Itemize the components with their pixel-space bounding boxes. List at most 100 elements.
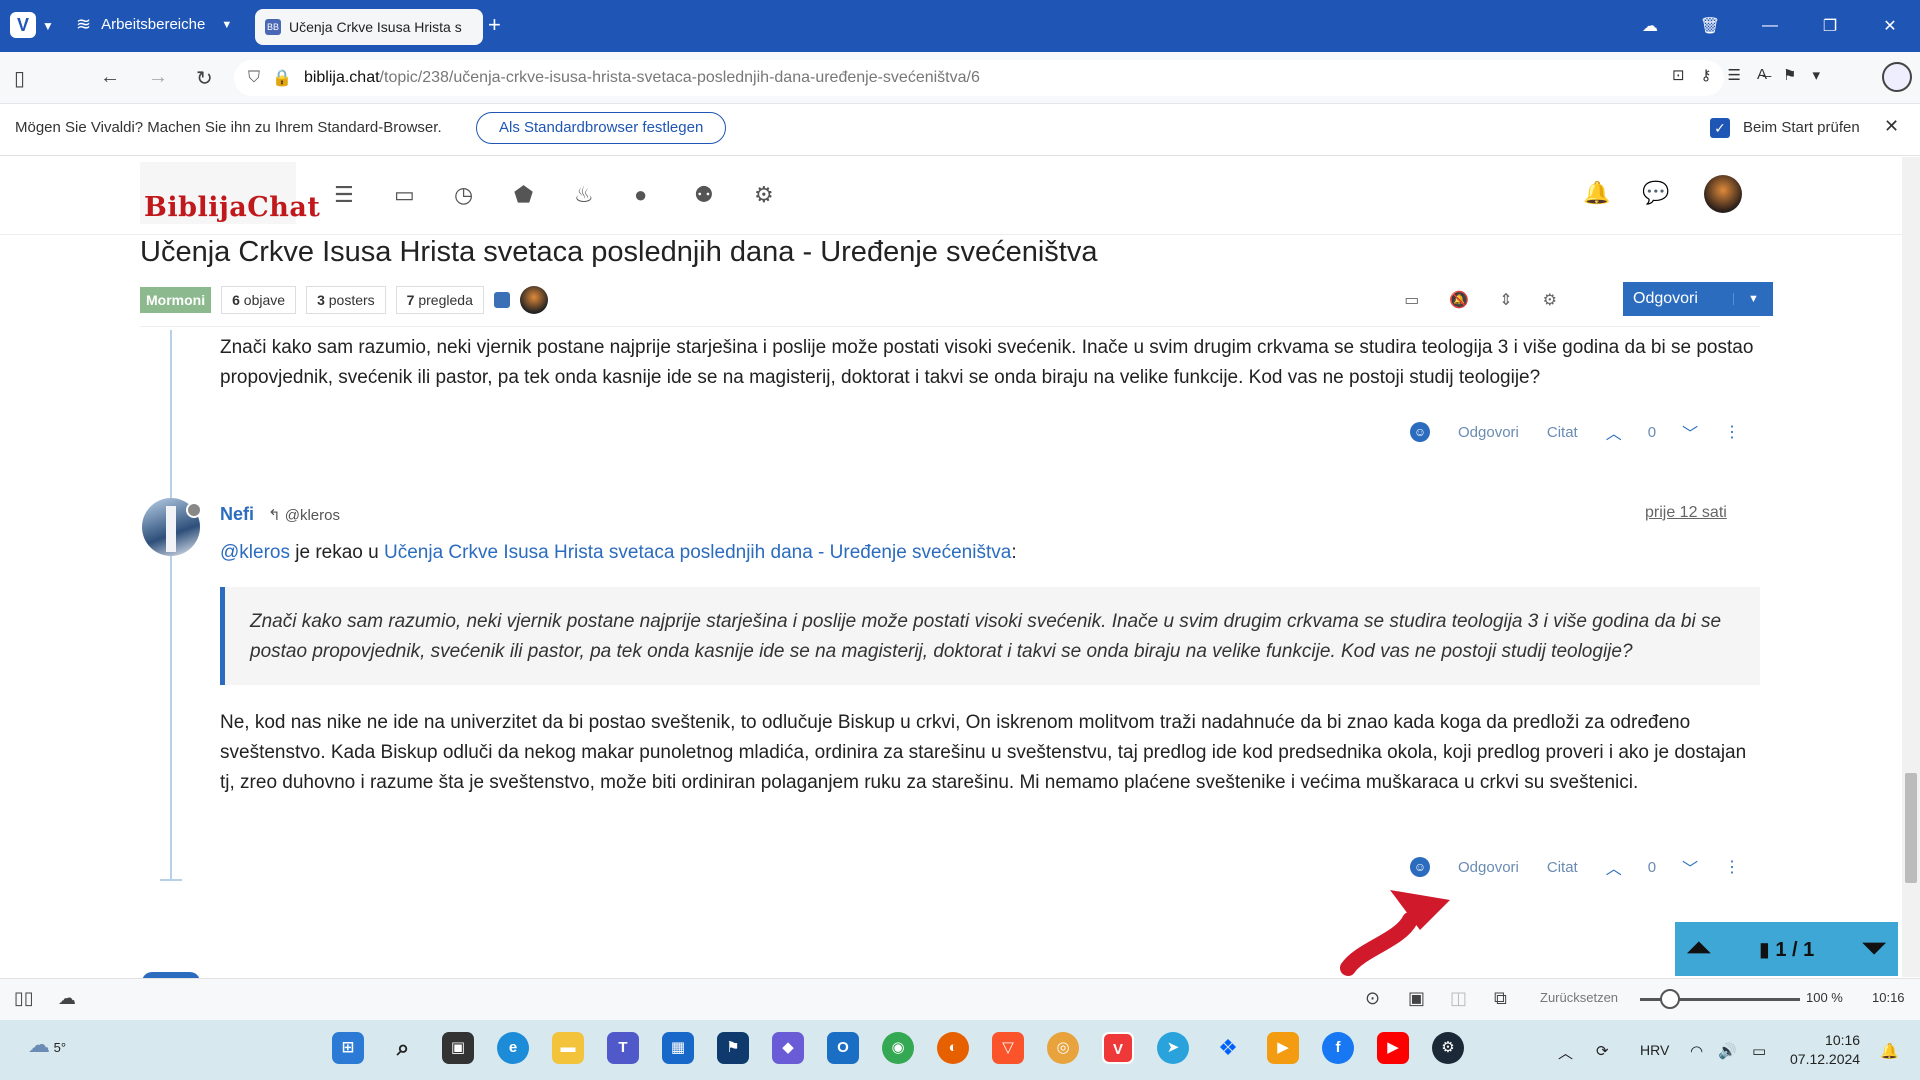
- forward-icon[interactable]: →: [148, 66, 168, 89]
- admin-gears-icon[interactable]: ⚙: [754, 182, 814, 208]
- chevron-up-icon[interactable]: ︿: [1558, 1042, 1573, 1063]
- volume-icon[interactable]: 🔊: [1718, 1042, 1737, 1060]
- page-actions-icon[interactable]: ⧉: [1494, 988, 1507, 1009]
- bookmark-icon[interactable]: ⚑: [1783, 66, 1796, 84]
- sync-cloud-icon[interactable]: ☁: [58, 988, 76, 1009]
- more-options-icon[interactable]: ⋮: [1724, 857, 1740, 877]
- reader-icon[interactable]: ☰: [1728, 66, 1741, 84]
- minimize-button[interactable]: —: [1740, 17, 1800, 35]
- tags-icon[interactable]: ⬟: [514, 182, 574, 208]
- topic-reply-button[interactable]: Odgovori ▼: [1623, 282, 1773, 316]
- vivaldi-menu-icon[interactable]: V: [10, 12, 36, 38]
- rss-icon[interactable]: ⊡: [1672, 66, 1685, 84]
- emoji-reaction-icon[interactable]: ☺: [1410, 857, 1430, 877]
- workspaces-button[interactable]: ≋ Arbeitsbereiche ▼: [76, 14, 232, 35]
- dropbox-icon[interactable]: ❖: [1212, 1032, 1244, 1064]
- settings-gear-icon[interactable]: ⚙: [1543, 290, 1557, 310]
- check-on-start-checkbox[interactable]: ✓: [1710, 118, 1730, 138]
- quoted-topic-link[interactable]: Učenja Crkve Isusa Hrista svetaca posled…: [384, 542, 1011, 563]
- edge-icon[interactable]: e: [497, 1032, 529, 1064]
- post-reply-link[interactable]: Odgovori: [1458, 859, 1519, 876]
- zoom-reset-button[interactable]: Zurücksetzen: [1540, 990, 1618, 1005]
- inbox-icon[interactable]: ▭: [1404, 290, 1419, 310]
- panel-toggle-icon[interactable]: ▯▯: [14, 988, 34, 1009]
- images-icon[interactable]: ▣: [1408, 988, 1425, 1009]
- rss-feed-icon[interactable]: [493, 292, 510, 308]
- scroll-bottom-icon[interactable]: ⏷: [1862, 932, 1886, 966]
- popular-fire-icon[interactable]: ♨: [574, 182, 634, 208]
- chevron-down-icon[interactable]: ▾: [1812, 66, 1820, 84]
- mute-bell-icon[interactable]: 🔕: [1449, 290, 1469, 310]
- panel-toggle-icon[interactable]: ▯: [14, 66, 25, 91]
- media-player-icon[interactable]: ▶: [1267, 1032, 1299, 1064]
- chrome-icon[interactable]: ◉: [882, 1032, 914, 1064]
- copilot-icon[interactable]: ◆: [772, 1032, 804, 1064]
- scroll-top-icon[interactable]: ⏶: [1687, 932, 1711, 966]
- site-logo[interactable]: BiblijaChat: [140, 162, 320, 224]
- telegram-icon[interactable]: ➤: [1157, 1032, 1189, 1064]
- set-default-browser-button[interactable]: Als Standardbrowser festlegen: [476, 112, 727, 144]
- chevron-down-icon[interactable]: ▼: [1733, 293, 1773, 305]
- close-notification-button[interactable]: ✕: [1884, 116, 1899, 137]
- taskbar-clock[interactable]: 10:16 07.12.2024: [1790, 1031, 1860, 1069]
- back-icon[interactable]: ←: [100, 66, 120, 89]
- post-author[interactable]: Nefi: [220, 504, 254, 525]
- new-tab-button[interactable]: +: [488, 12, 501, 38]
- downvote-icon[interactable]: ﹀: [1682, 855, 1698, 879]
- outlook-icon[interactable]: O: [827, 1032, 859, 1064]
- file-explorer-icon[interactable]: ▬: [552, 1032, 584, 1064]
- cloud-sync-icon[interactable]: ☁: [1620, 16, 1680, 36]
- recent-clock-icon[interactable]: ◷: [454, 182, 514, 208]
- upvote-icon[interactable]: ︿: [1606, 420, 1622, 444]
- lock-icon[interactable]: 🔒: [272, 68, 292, 88]
- post-quote-link[interactable]: Citat: [1547, 424, 1578, 441]
- groups-icon[interactable]: ⚉: [694, 182, 754, 208]
- task-view-icon[interactable]: ▣: [442, 1032, 474, 1064]
- post-timestamp[interactable]: prije 12 sati: [1645, 504, 1727, 522]
- tile-icon[interactable]: ◫: [1450, 988, 1467, 1009]
- scrollbar-thumb[interactable]: [1905, 773, 1917, 883]
- weather-widget[interactable]: ☁ 5°: [28, 1032, 66, 1058]
- shield-icon[interactable]: ⛉: [248, 69, 260, 87]
- brave-icon[interactable]: ▽: [992, 1032, 1024, 1064]
- teams-icon[interactable]: T: [607, 1032, 639, 1064]
- reload-icon[interactable]: ↻: [196, 66, 213, 91]
- more-options-icon[interactable]: ⋮: [1724, 422, 1740, 442]
- key-icon[interactable]: ⚷: [1701, 66, 1712, 84]
- active-tab[interactable]: BB Učenja Crkve Isusa Hrista s: [255, 9, 483, 45]
- sort-icon[interactable]: ⇕: [1499, 290, 1512, 310]
- inbox-icon[interactable]: ▭: [394, 182, 454, 208]
- capture-icon[interactable]: ⊙: [1365, 988, 1380, 1009]
- chevron-down-icon[interactable]: ▼: [42, 19, 54, 33]
- page-indicator[interactable]: ▮ 1 / 1: [1759, 937, 1814, 962]
- upvote-icon[interactable]: ︿: [1606, 855, 1622, 879]
- wifi-icon[interactable]: ◠: [1690, 1042, 1703, 1060]
- users-icon[interactable]: ●: [634, 182, 694, 208]
- facebook-icon[interactable]: f: [1322, 1032, 1354, 1064]
- url-field[interactable]: ⛉ 🔒 biblija.chat/topic/238/učenja-crkve-…: [234, 60, 1724, 96]
- poster-avatar[interactable]: [519, 286, 548, 314]
- steam-icon[interactable]: ⚙: [1432, 1032, 1464, 1064]
- zoom-slider-handle[interactable]: [1660, 989, 1680, 1009]
- quoted-user-link[interactable]: @kleros: [220, 542, 290, 563]
- start-menu-icon[interactable]: ⊞: [332, 1032, 364, 1064]
- vivaldi-icon[interactable]: V: [1102, 1032, 1134, 1064]
- reply-to[interactable]: ↰ @kleros: [268, 506, 340, 524]
- search-icon[interactable]: ⌕: [387, 1032, 419, 1064]
- post-reply-link[interactable]: Odgovori: [1458, 424, 1519, 441]
- restore-button[interactable]: ❐: [1800, 16, 1860, 36]
- youtube-icon[interactable]: ▶: [1377, 1032, 1409, 1064]
- notifications-bell-icon[interactable]: 🔔: [1583, 180, 1610, 206]
- battery-icon[interactable]: ▭: [1752, 1042, 1766, 1060]
- firefox-icon[interactable]: ◐: [937, 1032, 969, 1064]
- notification-bell-icon[interactable]: 🔔: [1880, 1042, 1899, 1060]
- trash-icon[interactable]: 🗑: [1680, 16, 1740, 36]
- user-avatar[interactable]: [1704, 175, 1742, 213]
- app-icon[interactable]: ⚑: [717, 1032, 749, 1064]
- chat-icon[interactable]: 💬: [1642, 180, 1669, 206]
- profile-avatar[interactable]: [1882, 62, 1912, 92]
- close-window-button[interactable]: ✕: [1860, 16, 1920, 36]
- language-indicator[interactable]: HRV: [1640, 1042, 1669, 1058]
- translate-icon[interactable]: A̶: [1757, 66, 1767, 84]
- downvote-icon[interactable]: ﹀: [1682, 420, 1698, 444]
